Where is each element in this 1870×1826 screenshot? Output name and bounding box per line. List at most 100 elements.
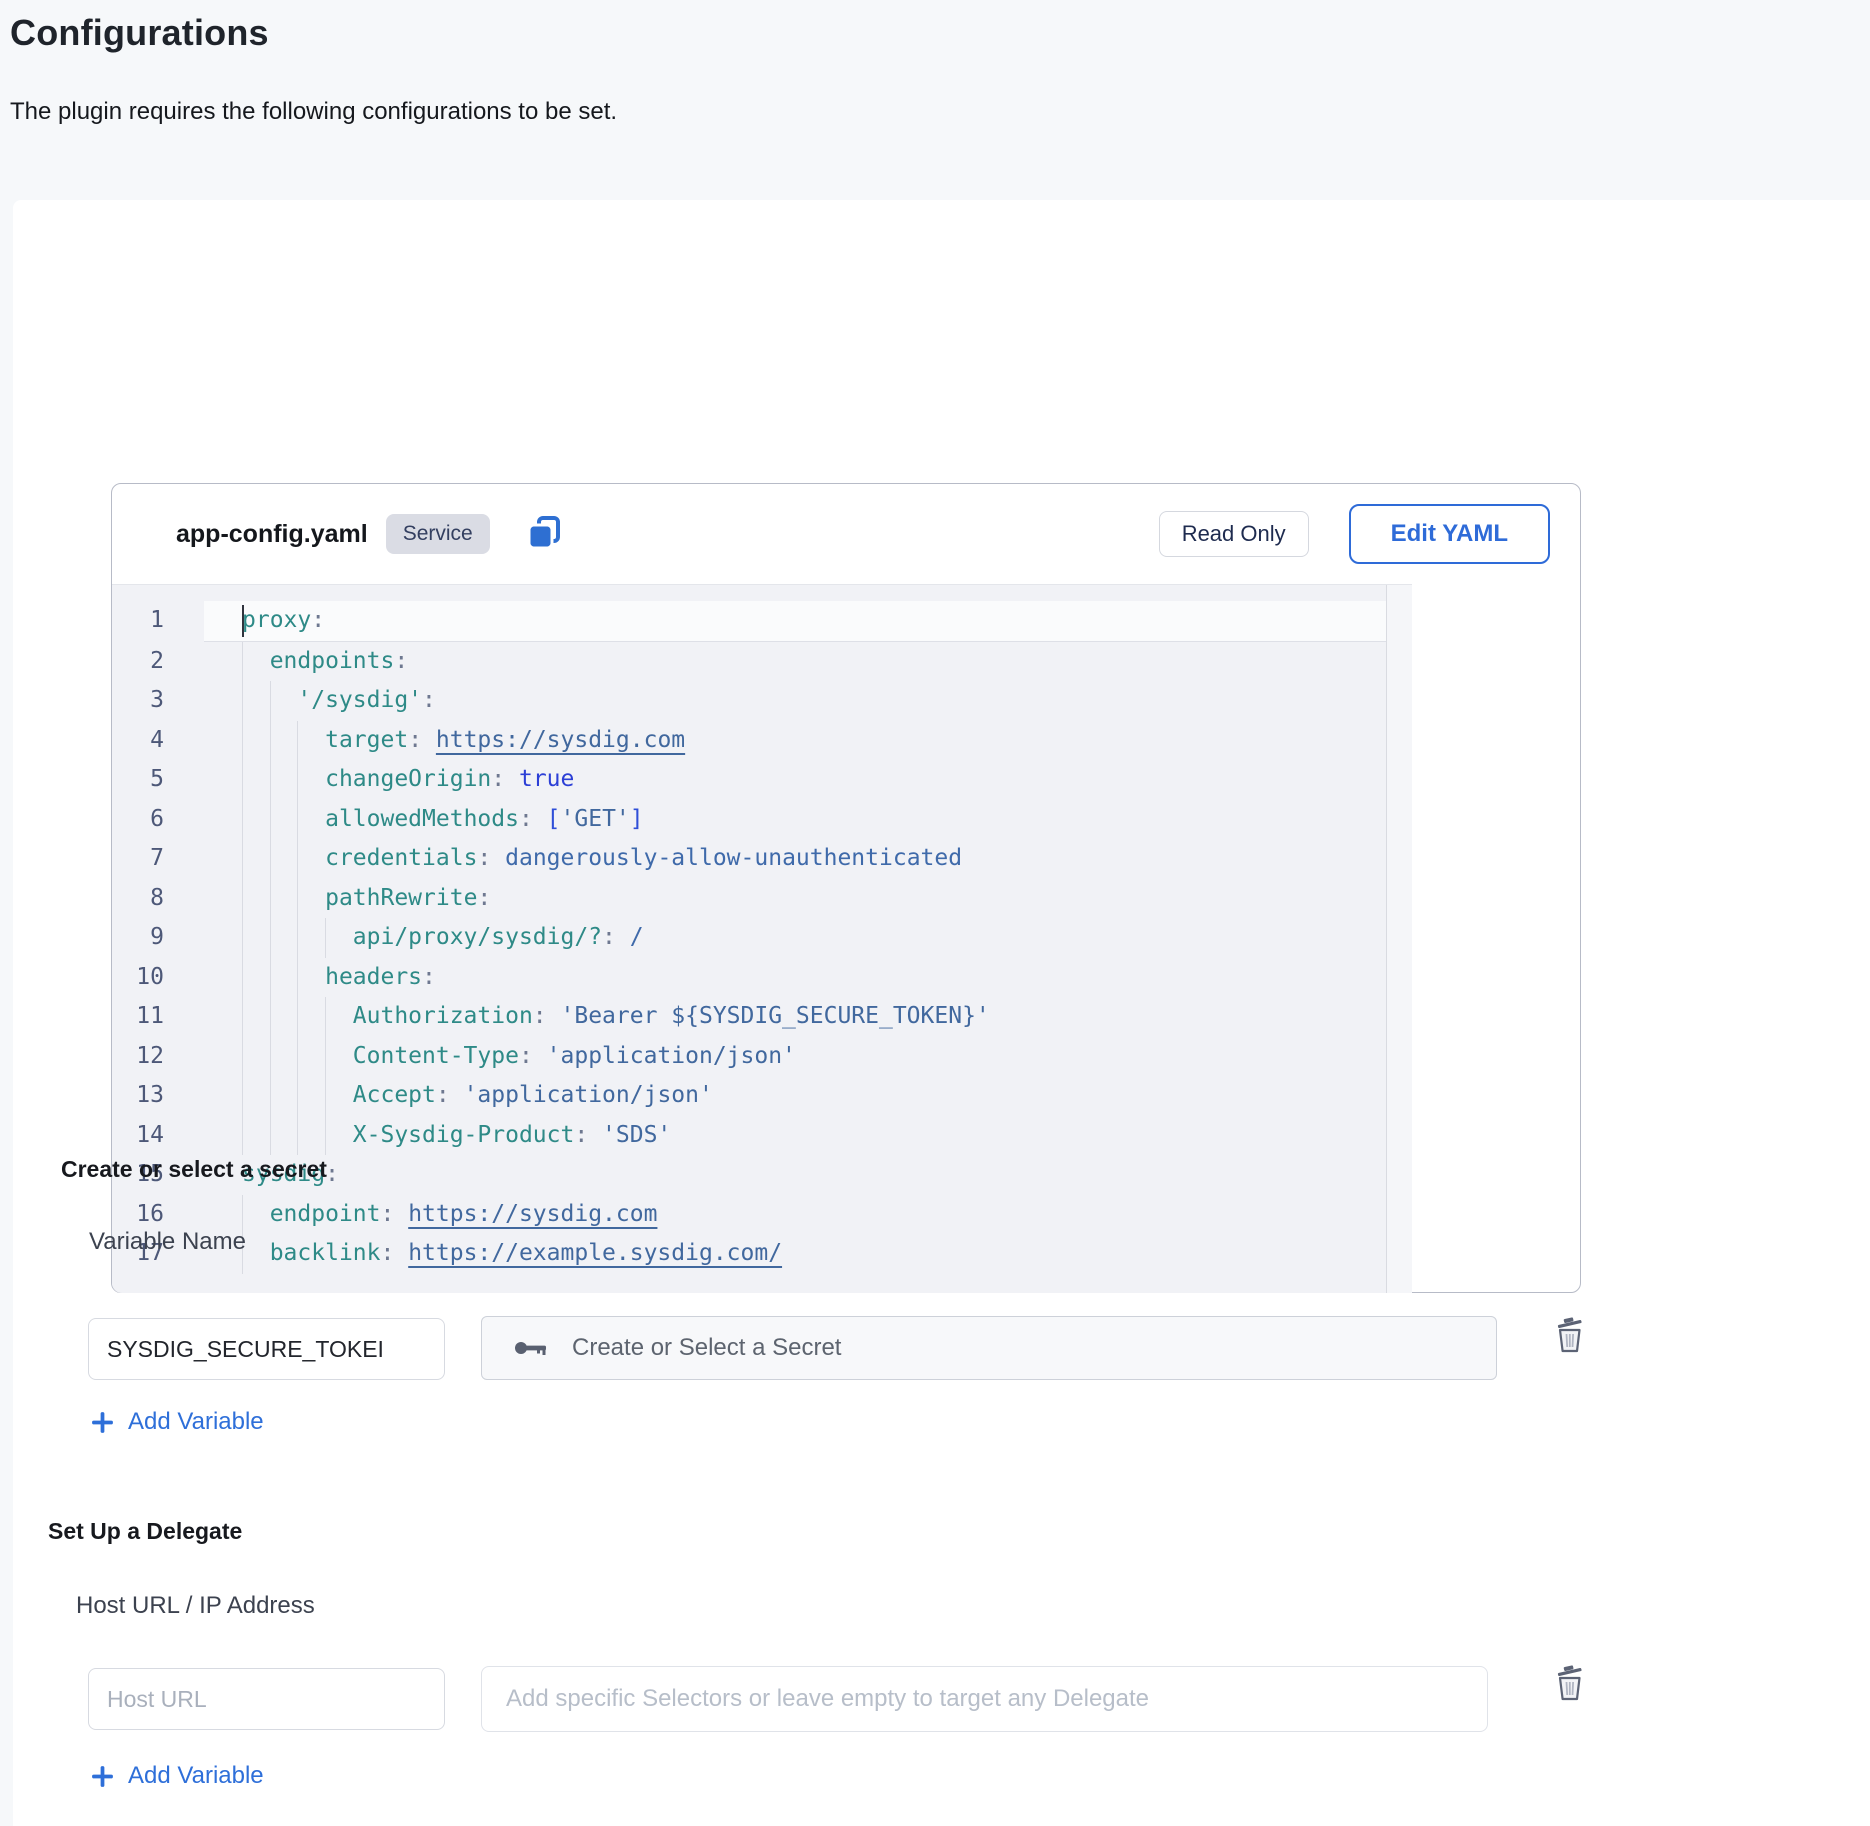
indent-guide <box>270 1076 271 1116</box>
code-link[interactable]: https://sysdig.com <box>436 727 685 753</box>
indent-guide <box>242 1076 243 1116</box>
read-only-button[interactable]: Read Only <box>1159 511 1309 557</box>
code-line: 14 X-Sysdig-Product: 'SDS' <box>112 1116 1412 1156</box>
line-number: 9 <box>112 918 204 958</box>
add-variable-label: Add Variable <box>128 1762 264 1790</box>
code-link[interactable]: https://sysdig.com <box>408 1201 657 1227</box>
code-token: target <box>325 727 408 753</box>
code-token: ] <box>630 806 644 832</box>
code-line: 10 headers: <box>112 958 1412 998</box>
host-url-label: Host URL / IP Address <box>76 1592 315 1620</box>
code-line: 11 Authorization: 'Bearer ${SYSDIG_SECUR… <box>112 997 1412 1037</box>
line-number: 13 <box>112 1076 204 1116</box>
add-variable-button-delegate[interactable]: Add Variable <box>90 1762 264 1790</box>
code-token: dangerously-allow-unauthenticated <box>505 845 962 871</box>
host-url-input[interactable] <box>88 1668 445 1730</box>
indent-guide <box>270 839 271 879</box>
delete-secret-variable-button[interactable] <box>1548 1314 1592 1358</box>
add-variable-label: Add Variable <box>128 1408 264 1436</box>
code-token: : <box>602 924 630 950</box>
code-token <box>242 1240 270 1266</box>
code-line: 12 Content-Type: 'application/json' <box>112 1037 1412 1077</box>
page-title: Configurations <box>10 12 269 54</box>
code-line: 1proxy: <box>112 601 1412 642</box>
code-token: : <box>491 766 519 792</box>
code-token: : <box>325 1161 339 1187</box>
indent-guide <box>270 760 271 800</box>
text-cursor <box>242 605 244 637</box>
edit-yaml-button[interactable]: Edit YAML <box>1349 504 1550 564</box>
code-token: / <box>630 924 644 950</box>
code-token: : <box>477 845 505 871</box>
code-token: : <box>380 1201 408 1227</box>
code-token: api/proxy/sysdig/? <box>353 924 602 950</box>
indent-guide <box>242 800 243 840</box>
secret-selector[interactable]: Create or Select a Secret <box>481 1316 1497 1380</box>
code-token <box>242 727 325 753</box>
code-line: 3 '/sysdig': <box>112 681 1412 721</box>
code-token: credentials <box>325 845 477 871</box>
line-number: 4 <box>112 721 204 761</box>
code-token: : <box>477 885 491 911</box>
indent-guide <box>242 721 243 761</box>
indent-guide <box>297 879 298 919</box>
indent-guide <box>270 721 271 761</box>
delegate-selectors-input[interactable] <box>481 1666 1488 1732</box>
code-link[interactable]: https://example.sysdig.com/ <box>408 1240 782 1266</box>
code-token <box>242 766 325 792</box>
indent-guide <box>325 1116 326 1156</box>
editor-scrollbar[interactable] <box>1386 585 1412 1293</box>
indent-guide <box>242 997 243 1037</box>
indent-guide <box>270 1037 271 1077</box>
code-token: : <box>422 964 436 990</box>
line-number: 8 <box>112 879 204 919</box>
code-token <box>242 964 325 990</box>
line-number: 14 <box>112 1116 204 1156</box>
code-token: : <box>311 607 325 633</box>
file-name: app-config.yaml <box>176 520 368 549</box>
code-token: 'GET' <box>561 806 630 832</box>
code-token: : <box>408 727 436 753</box>
copy-icon <box>524 513 564 556</box>
indent-guide <box>270 681 271 721</box>
line-number: 6 <box>112 800 204 840</box>
yaml-config-card: app-config.yaml Service Read Only Edit Y… <box>111 483 1581 1293</box>
code-token: Content-Type <box>353 1043 519 1069</box>
code-token: changeOrigin <box>325 766 491 792</box>
trash-icon <box>1553 1316 1587 1357</box>
code-token <box>242 806 325 832</box>
code-token <box>242 885 325 911</box>
indent-guide <box>325 1076 326 1116</box>
indent-guide <box>242 642 243 682</box>
variable-name-input[interactable] <box>88 1318 445 1380</box>
line-number: 3 <box>112 681 204 721</box>
code-token: Authorization <box>353 1003 533 1029</box>
code-token <box>242 845 325 871</box>
indent-guide <box>297 839 298 879</box>
indent-guide <box>297 1037 298 1077</box>
code-line: 7 credentials: dangerously-allow-unauthe… <box>112 839 1412 879</box>
line-number: 12 <box>112 1037 204 1077</box>
code-token: 'Bearer ${SYSDIG_SECURE_TOKEN}' <box>561 1003 990 1029</box>
delete-delegate-variable-button[interactable] <box>1548 1662 1592 1706</box>
indent-guide <box>242 760 243 800</box>
indent-guide <box>242 958 243 998</box>
indent-guide <box>270 918 271 958</box>
code-token: endpoint <box>270 1201 381 1227</box>
code-token: X-Sysdig-Product <box>353 1122 575 1148</box>
code-token: headers <box>325 964 422 990</box>
indent-guide <box>242 1037 243 1077</box>
copy-yaml-button[interactable] <box>524 513 564 556</box>
code-line: 16 endpoint: https://sysdig.com <box>112 1195 1412 1235</box>
add-variable-button-secret[interactable]: Add Variable <box>90 1408 264 1436</box>
code-token: : <box>519 1043 547 1069</box>
secret-selector-placeholder: Create or Select a Secret <box>572 1334 841 1362</box>
indent-guide <box>297 721 298 761</box>
content-panel: app-config.yaml Service Read Only Edit Y… <box>13 200 1870 1826</box>
yaml-code-editor[interactable]: 1proxy:2 endpoints:3 '/sysdig':4 target:… <box>112 584 1412 1293</box>
page-subtitle: The plugin requires the following config… <box>10 98 617 126</box>
code-token: : <box>422 687 436 713</box>
code-token: [ <box>547 806 561 832</box>
line-number: 5 <box>112 760 204 800</box>
code-token: : <box>394 648 408 674</box>
